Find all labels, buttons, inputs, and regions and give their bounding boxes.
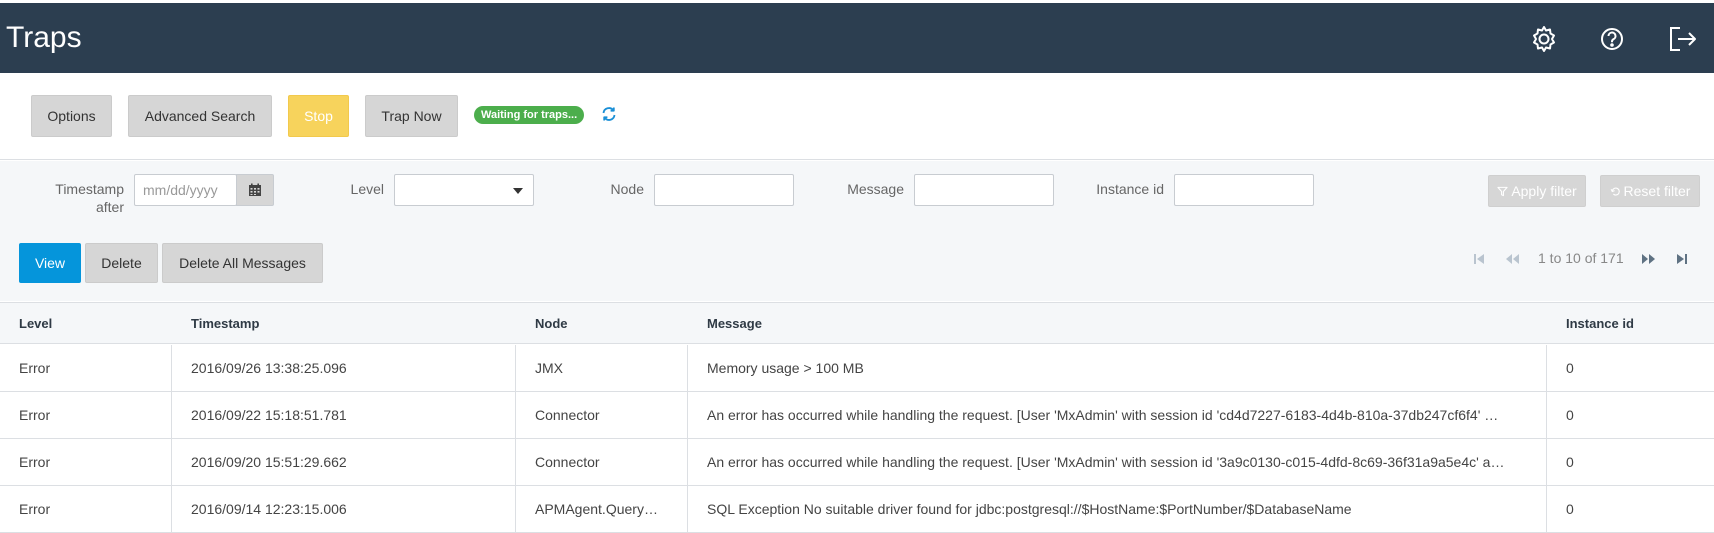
table-row[interactable]: Error 2016/09/26 13:38:25.096 JMX Memory… — [0, 345, 1714, 392]
delete-button[interactable]: Delete — [85, 243, 158, 283]
advanced-search-button[interactable]: Advanced Search — [128, 95, 272, 137]
gear-icon[interactable] — [1528, 23, 1560, 55]
delete-all-messages-button[interactable]: Delete All Messages — [162, 243, 323, 283]
table-header: Level Timestamp Node Message Instance id — [0, 302, 1714, 344]
next-page-icon[interactable] — [1640, 250, 1658, 268]
refresh-icon[interactable] — [600, 105, 618, 123]
timestamp-label: Timestamp after — [55, 181, 124, 215]
instance-id-label: Instance id — [1096, 181, 1164, 197]
message-label: Message — [847, 181, 904, 197]
chevron-down-icon — [513, 188, 523, 194]
cell-timestamp: 2016/09/22 15:18:51.781 — [191, 407, 347, 423]
apply-filter-button[interactable]: Apply filter — [1488, 175, 1586, 207]
column-header-message[interactable]: Message — [707, 316, 762, 331]
options-button[interactable]: Options — [31, 95, 112, 137]
table-row[interactable]: Error 2016/09/14 12:23:15.006 APMAgent.Q… — [0, 486, 1714, 533]
last-page-icon[interactable] — [1674, 250, 1692, 268]
stop-button[interactable]: Stop — [288, 95, 349, 137]
message-input[interactable] — [914, 174, 1054, 206]
column-header-timestamp[interactable]: Timestamp — [191, 316, 259, 331]
reset-filter-button[interactable]: Reset filter — [1600, 175, 1700, 207]
cell-timestamp: 2016/09/20 15:51:29.662 — [191, 454, 347, 470]
app-header: Traps — [0, 3, 1714, 73]
undo-icon — [1610, 187, 1620, 196]
cell-node: Connector — [535, 454, 600, 470]
page-title: Traps — [6, 21, 82, 54]
cell-level: Error — [19, 360, 51, 376]
cell-node: APMAgent.Query… — [535, 501, 658, 517]
previous-page-icon[interactable] — [1503, 250, 1521, 268]
view-button[interactable]: View — [19, 243, 81, 283]
cell-message: An error has occurred while handling the… — [707, 454, 1505, 470]
cell-level: Error — [19, 407, 51, 423]
cell-message: An error has occurred while handling the… — [707, 407, 1499, 423]
column-header-node[interactable]: Node — [535, 316, 568, 331]
table-row[interactable]: Error 2016/09/22 15:18:51.781 Connector … — [0, 392, 1714, 439]
cell-timestamp: 2016/09/26 13:38:25.096 — [191, 360, 347, 376]
timestamp-input[interactable] — [134, 174, 237, 206]
level-select[interactable] — [394, 174, 534, 206]
node-input[interactable] — [654, 174, 794, 206]
calendar-icon — [249, 183, 261, 196]
cell-level: Error — [19, 501, 51, 517]
help-icon[interactable] — [1596, 23, 1628, 55]
cell-instance-id: 0 — [1566, 501, 1574, 517]
status-badge: Waiting for traps... — [474, 106, 585, 124]
cell-timestamp: 2016/09/14 12:23:15.006 — [191, 501, 347, 517]
pager-range: 1 to 10 of 171 — [1538, 250, 1624, 266]
logout-icon[interactable] — [1666, 23, 1698, 55]
column-header-level[interactable]: Level — [19, 316, 52, 331]
instance-id-input[interactable] — [1174, 174, 1314, 206]
cell-message: SQL Exception No suitable driver found f… — [707, 501, 1352, 517]
node-label: Node — [610, 181, 644, 197]
table-row[interactable]: Error 2016/09/20 15:51:29.662 Connector … — [0, 439, 1714, 486]
cell-instance-id: 0 — [1566, 407, 1574, 423]
cell-level: Error — [19, 454, 51, 470]
cell-node: JMX — [535, 360, 563, 376]
cell-instance-id: 0 — [1566, 360, 1574, 376]
cell-message: Memory usage > 100 MB — [707, 360, 864, 376]
trap-now-button[interactable]: Trap Now — [365, 95, 458, 137]
filter-icon — [1497, 186, 1508, 196]
cell-instance-id: 0 — [1566, 454, 1574, 470]
calendar-button[interactable] — [236, 174, 274, 206]
first-page-icon[interactable] — [1470, 250, 1488, 268]
column-header-instance-id[interactable]: Instance id — [1566, 316, 1634, 331]
cell-node: Connector — [535, 407, 600, 423]
level-label: Level — [350, 181, 384, 197]
